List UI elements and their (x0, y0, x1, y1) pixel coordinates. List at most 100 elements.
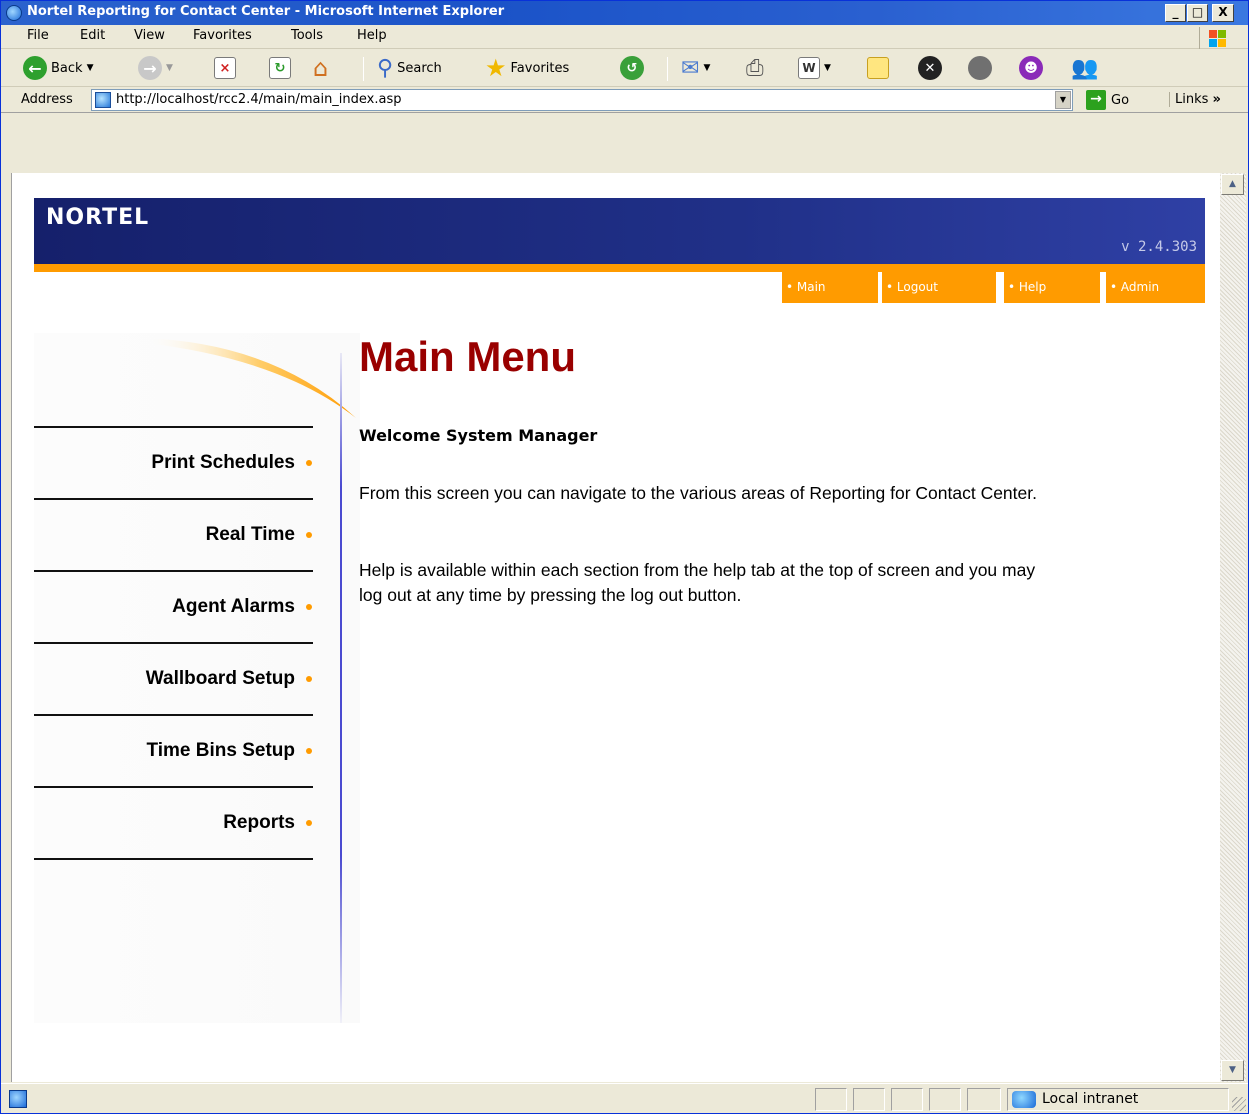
tab-main[interactable]: • Main (782, 272, 878, 303)
print-button[interactable]: ⎙ (746, 54, 764, 82)
refresh-icon: ↻ (269, 57, 291, 79)
address-dropdown-icon[interactable]: ▼ (1055, 91, 1071, 109)
word-icon: W (798, 57, 820, 79)
star-icon: ★ (485, 54, 507, 82)
page-icon (95, 92, 111, 108)
status-panel (815, 1088, 847, 1111)
nav-reports[interactable]: Reports (34, 788, 313, 858)
address-bar: Address http://localhost/rcc2.4/main/mai… (1, 87, 1248, 173)
mail-button[interactable]: ✉ ▼ (681, 54, 710, 82)
help-paragraph: Help is available within each section fr… (359, 560, 1036, 605)
mail-dropdown-icon[interactable]: ▼ (703, 63, 710, 73)
resize-grip-icon[interactable] (1232, 1097, 1246, 1111)
back-arrow-icon: ← (23, 56, 47, 80)
globe-icon (968, 56, 992, 80)
address-row: Address http://localhost/rcc2.4/main/mai… (1, 87, 1248, 113)
tab-admin[interactable]: • Admin (1106, 272, 1205, 303)
nav-real-time[interactable]: Real Time (34, 500, 313, 570)
refresh-button[interactable]: ↻ (269, 54, 291, 82)
tab-help[interactable]: • Help (1004, 272, 1100, 303)
status-panel (967, 1088, 1001, 1111)
scroll-down-arrow-icon[interactable]: ▼ (1221, 1060, 1244, 1081)
page-viewport: NORTEL v 2.4.303 • Main • Logout • Help … (11, 173, 1220, 1082)
forward-arrow-icon: → (138, 56, 162, 80)
maximize-button[interactable]: □ (1187, 4, 1208, 22)
stop-icon: × (214, 57, 236, 79)
forward-button[interactable]: → ▼ (138, 54, 173, 82)
toolbar-separator (667, 57, 668, 81)
nav-agent-alarms[interactable]: Agent Alarms (34, 572, 313, 642)
mail-icon: ✉ (681, 55, 700, 81)
addon-x-button[interactable]: ✕ (918, 54, 942, 82)
links-button[interactable]: Links » (1169, 92, 1221, 107)
search-icon: ⚲ (377, 55, 394, 81)
standard-toolbar: ← Back ▼ → ▼ × ↻ ⌂ ⚲ Search ★ Favorites … (1, 49, 1248, 87)
version-label: v 2.4.303 (1121, 239, 1197, 255)
bullet-icon (306, 820, 312, 826)
nortel-logo: NORTEL (46, 205, 150, 230)
globe-button[interactable] (968, 54, 992, 82)
scroll-up-arrow-icon[interactable]: ▲ (1221, 174, 1244, 195)
address-input[interactable]: http://localhost/rcc2.4/main/main_index.… (91, 89, 1073, 111)
bullet-icon (306, 676, 312, 682)
menu-tools[interactable]: Tools (291, 28, 323, 43)
nav-rule (34, 858, 313, 860)
window-title: Nortel Reporting for Contact Center - Mi… (27, 4, 505, 19)
favorites-button[interactable]: ★ Favorites (485, 54, 569, 82)
status-panel (891, 1088, 923, 1111)
messenger-button[interactable]: ☻ (1019, 54, 1043, 82)
menu-favorites[interactable]: Favorites (193, 28, 252, 43)
menu-help[interactable]: Help (357, 28, 387, 43)
side-nav-divider (340, 353, 342, 1023)
browser-window: Nortel Reporting for Contact Center - Mi… (0, 0, 1249, 1114)
home-icon: ⌂ (313, 54, 329, 82)
chevron-right-icon: » (1212, 92, 1221, 107)
x-circle-icon: ✕ (918, 56, 942, 80)
notes-button[interactable] (867, 54, 889, 82)
sticky-note-icon (867, 57, 889, 79)
menu-view[interactable]: View (134, 28, 165, 43)
home-button[interactable]: ⌂ (313, 54, 328, 82)
status-bar: Local intranet (1, 1083, 1248, 1113)
go-arrow-icon: → (1086, 90, 1106, 110)
msn-button[interactable]: 👥 (1071, 54, 1098, 82)
history-button[interactable]: ↺ (620, 54, 644, 82)
toolbar-separator (363, 57, 364, 81)
yahoo-messenger-icon: ☻ (1019, 56, 1043, 80)
address-url[interactable]: http://localhost/rcc2.4/main/main_index.… (116, 92, 402, 107)
windows-logo-icon (1199, 27, 1233, 49)
bullet-icon (306, 748, 312, 754)
close-button[interactable]: X (1212, 4, 1234, 22)
minimize-button[interactable]: _ (1165, 4, 1186, 22)
address-label: Address (21, 92, 73, 107)
page-status-icon (9, 1090, 27, 1108)
ie-icon (6, 5, 22, 21)
history-icon: ↺ (620, 56, 644, 80)
banner-accent-bar (34, 264, 1205, 272)
intro-paragraph: From this screen you can navigate to the… (359, 483, 1037, 503)
menu-bar: File Edit View Favorites Tools Help (1, 25, 1248, 49)
word-dropdown-icon[interactable]: ▼ (824, 63, 831, 73)
nav-time-bins-setup[interactable]: Time Bins Setup (34, 716, 313, 786)
local-intranet-icon (1012, 1091, 1036, 1108)
status-panel (929, 1088, 961, 1111)
bullet-icon (306, 604, 312, 610)
go-button[interactable]: → Go (1086, 90, 1129, 110)
vertical-scrollbar[interactable]: ▲ ▼ (1220, 173, 1246, 1082)
back-dropdown-icon[interactable]: ▼ (87, 63, 94, 73)
forward-dropdown-icon[interactable]: ▼ (166, 63, 173, 73)
status-panel (853, 1088, 885, 1111)
search-button[interactable]: ⚲ Search (377, 54, 442, 82)
side-nav-panel: Print Schedules Real Time Agent Alarms W… (34, 333, 360, 1023)
bullet-icon (306, 532, 312, 538)
security-zone: Local intranet (1007, 1088, 1229, 1111)
word-button[interactable]: W ▼ (798, 54, 831, 82)
stop-button[interactable]: × (214, 54, 236, 82)
tab-logout[interactable]: • Logout (882, 272, 996, 303)
menu-file[interactable]: File (27, 28, 49, 43)
back-button[interactable]: ← Back ▼ (23, 54, 93, 82)
nav-wallboard-setup[interactable]: Wallboard Setup (34, 644, 313, 714)
menu-edit[interactable]: Edit (80, 28, 105, 43)
nav-print-schedules[interactable]: Print Schedules (34, 428, 313, 498)
bullet-icon (306, 460, 312, 466)
